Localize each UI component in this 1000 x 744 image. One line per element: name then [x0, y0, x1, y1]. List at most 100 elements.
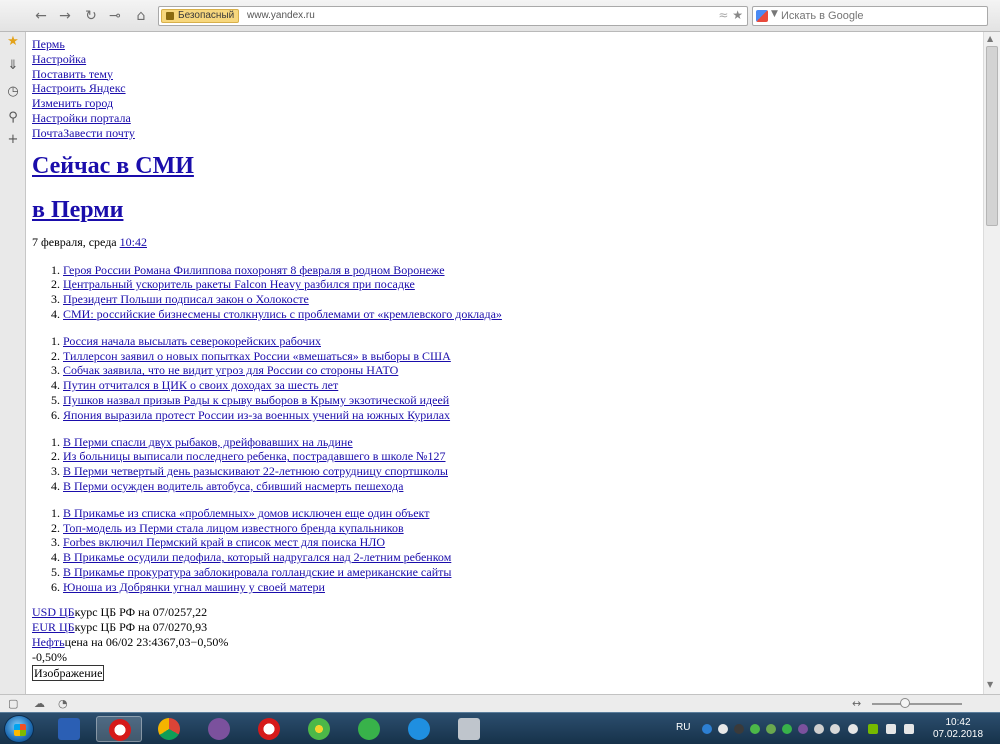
- taskbar-icq[interactable]: [296, 716, 342, 742]
- news-link[interactable]: Пушков назвал призыв Рады к срыву выборо…: [63, 393, 449, 407]
- search-input[interactable]: [781, 8, 981, 24]
- panel-toggle-icon[interactable]: ▢: [8, 697, 18, 710]
- link-set-theme[interactable]: Поставить тему: [32, 67, 113, 81]
- taskbar-viber[interactable]: [196, 716, 242, 742]
- chevron-down-icon[interactable]: ▼: [771, 9, 778, 19]
- tray-nvidia-icon[interactable]: [868, 724, 878, 734]
- scroll-thumb[interactable]: [986, 46, 998, 226]
- link-configure-yandex[interactable]: Настроить Яндекс: [32, 81, 126, 95]
- news-link[interactable]: В Перми четвертый день разыскивают 22-ле…: [63, 464, 448, 478]
- link-change-city[interactable]: Изменить город: [32, 96, 113, 110]
- download-icon[interactable]: ⇓: [5, 58, 21, 74]
- taskbar-chrome[interactable]: [146, 716, 192, 742]
- language-indicator[interactable]: RU: [676, 722, 690, 733]
- tray-volume-icon[interactable]: [904, 724, 914, 734]
- tray-flag-icon[interactable]: [848, 724, 858, 734]
- zoom-reset-icon[interactable]: ↔: [852, 697, 861, 710]
- news-link[interactable]: Forbes включил Пермский край в список ме…: [63, 535, 385, 549]
- usd-link[interactable]: USD ЦБ: [32, 605, 75, 619]
- opera-icon: [258, 718, 280, 740]
- news-link[interactable]: В Перми спасли двух рыбаков, дрейфовавши…: [63, 435, 353, 449]
- back-arrow-icon[interactable]: ←: [32, 7, 50, 25]
- star-icon[interactable]: ★: [5, 34, 21, 50]
- taskbar-opera[interactable]: [246, 716, 292, 742]
- rate-eur: EUR ЦБкурс ЦБ РФ на 07/0270,93: [32, 620, 980, 635]
- start-button[interactable]: [4, 715, 34, 743]
- list-item: СМИ: российские бизнесмены столкнулись с…: [63, 307, 980, 322]
- search-icon[interactable]: ⚲: [5, 110, 21, 126]
- chrome-icon: [158, 718, 180, 740]
- link-settings[interactable]: Настройка: [32, 52, 86, 66]
- news-link[interactable]: Тиллерсон заявил о новых попытках России…: [63, 349, 451, 363]
- news-link[interactable]: В Прикамье прокуратура заблокировала гол…: [63, 565, 451, 579]
- rate-usd: USD ЦБкурс ЦБ РФ на 07/0257,22: [32, 605, 980, 620]
- city-heading-link[interactable]: в Перми: [32, 197, 123, 223]
- lock-icon: [166, 12, 174, 20]
- link-mail[interactable]: ПочтаЗавести почту: [32, 126, 135, 140]
- news-link[interactable]: Юноша из Добрянки угнал машину у своей м…: [63, 580, 325, 594]
- eur-link[interactable]: EUR ЦБ: [32, 620, 75, 634]
- news-link[interactable]: Героя России Романа Филиппова похоронят …: [63, 263, 445, 277]
- history-clock-icon[interactable]: ◷: [5, 84, 21, 100]
- eur-text: курс ЦБ РФ на 07/0270,93: [74, 619, 208, 634]
- list-item: Президент Польши подписал закон о Холоко…: [63, 292, 980, 307]
- tray-network-icon[interactable]: [814, 724, 824, 734]
- windows-taskbar: RU 10:42 07.02.2018: [0, 712, 1000, 744]
- rss-icon[interactable]: ≈: [718, 8, 728, 22]
- news-link[interactable]: Япония выразила протест России из-за вое…: [63, 408, 450, 422]
- taskbar-scanner[interactable]: [446, 716, 492, 742]
- taskbar-word[interactable]: [46, 716, 92, 742]
- tray-viber-icon[interactable]: [798, 724, 808, 734]
- scroll-up-arrow-icon[interactable]: ▲: [987, 34, 993, 43]
- news-heading-link[interactable]: Сейчас в СМИ: [32, 153, 194, 179]
- security-badge[interactable]: Безопасный: [161, 9, 240, 23]
- windows-logo-icon: [14, 724, 26, 736]
- news-link[interactable]: Собчак заявила, что не видит угроз для Р…: [63, 363, 398, 377]
- taskbar-ie[interactable]: [396, 716, 442, 742]
- taskbar-opera-active[interactable]: [96, 716, 142, 742]
- taskbar-clock[interactable]: 10:42 07.02.2018: [928, 717, 988, 741]
- rss-star-icons[interactable]: ≈ ★: [718, 8, 743, 22]
- scroll-down-arrow-icon[interactable]: ▼: [987, 680, 993, 689]
- news-link[interactable]: СМИ: российские бизнесмены столкнулись с…: [63, 307, 502, 321]
- zoom-slider-track[interactable]: [872, 703, 962, 705]
- taskbar-mail-agent[interactable]: [346, 716, 392, 742]
- tray-icq-icon[interactable]: [750, 724, 760, 734]
- link-city[interactable]: Пермь: [32, 37, 65, 51]
- clock-time: 10:42: [945, 717, 971, 728]
- news-link[interactable]: В Прикамье из списка «проблемных» домов …: [63, 506, 429, 520]
- news-link[interactable]: В Прикамье осудили педофила, который над…: [63, 550, 451, 564]
- bookmark-star-icon[interactable]: ★: [732, 8, 743, 22]
- time-link[interactable]: 10:42: [120, 235, 147, 249]
- tray-app-icon[interactable]: [718, 724, 728, 734]
- tray-device-icon[interactable]: [830, 724, 840, 734]
- news-link[interactable]: Россия начала высылать северокорейских р…: [63, 334, 321, 348]
- tray-mail-icon[interactable]: [782, 724, 792, 734]
- key-icon[interactable]: ⊸: [106, 7, 124, 25]
- clock-date: 07.02.2018: [932, 729, 984, 740]
- address-bar[interactable]: Безопасный www.yandex.ru ≈ ★: [158, 6, 748, 26]
- news-link[interactable]: В Перми осужден водитель автобуса, сбивш…: [63, 479, 403, 493]
- url-text[interactable]: www.yandex.ru: [247, 9, 315, 23]
- oil-link[interactable]: Нефть: [32, 635, 65, 649]
- search-box[interactable]: ▼: [752, 6, 988, 26]
- home-icon[interactable]: ⌂: [132, 7, 150, 25]
- vertical-scrollbar[interactable]: ▲ ▼: [983, 32, 1000, 694]
- zoom-slider-knob[interactable]: [900, 698, 910, 708]
- news-link[interactable]: Из больницы выписали последнего ребенка,…: [63, 449, 446, 463]
- speed-dial-icon[interactable]: ◔: [58, 697, 68, 710]
- news-link[interactable]: Путин отчитался в ЦИК о своих доходах за…: [63, 378, 338, 392]
- tray-info-icon[interactable]: [702, 724, 712, 734]
- link-portal-settings[interactable]: Настройки портала: [32, 111, 131, 125]
- tray-leaf-icon[interactable]: [766, 724, 776, 734]
- forward-arrow-icon[interactable]: →: [56, 7, 74, 25]
- news-link[interactable]: Центральный ускоритель ракеты Falcon Hea…: [63, 277, 415, 291]
- cloud-icon[interactable]: ☁: [34, 697, 45, 710]
- news-link[interactable]: Президент Польши подписал закон о Холоко…: [63, 292, 309, 306]
- reload-icon[interactable]: ↻: [82, 7, 100, 25]
- tray-battery-icon[interactable]: [886, 724, 896, 734]
- add-icon[interactable]: +: [5, 132, 21, 148]
- news-link[interactable]: Топ-модель из Перми стала лицом известно…: [63, 521, 404, 535]
- tray-chat-icon[interactable]: [734, 724, 744, 734]
- google-icon[interactable]: [756, 10, 768, 22]
